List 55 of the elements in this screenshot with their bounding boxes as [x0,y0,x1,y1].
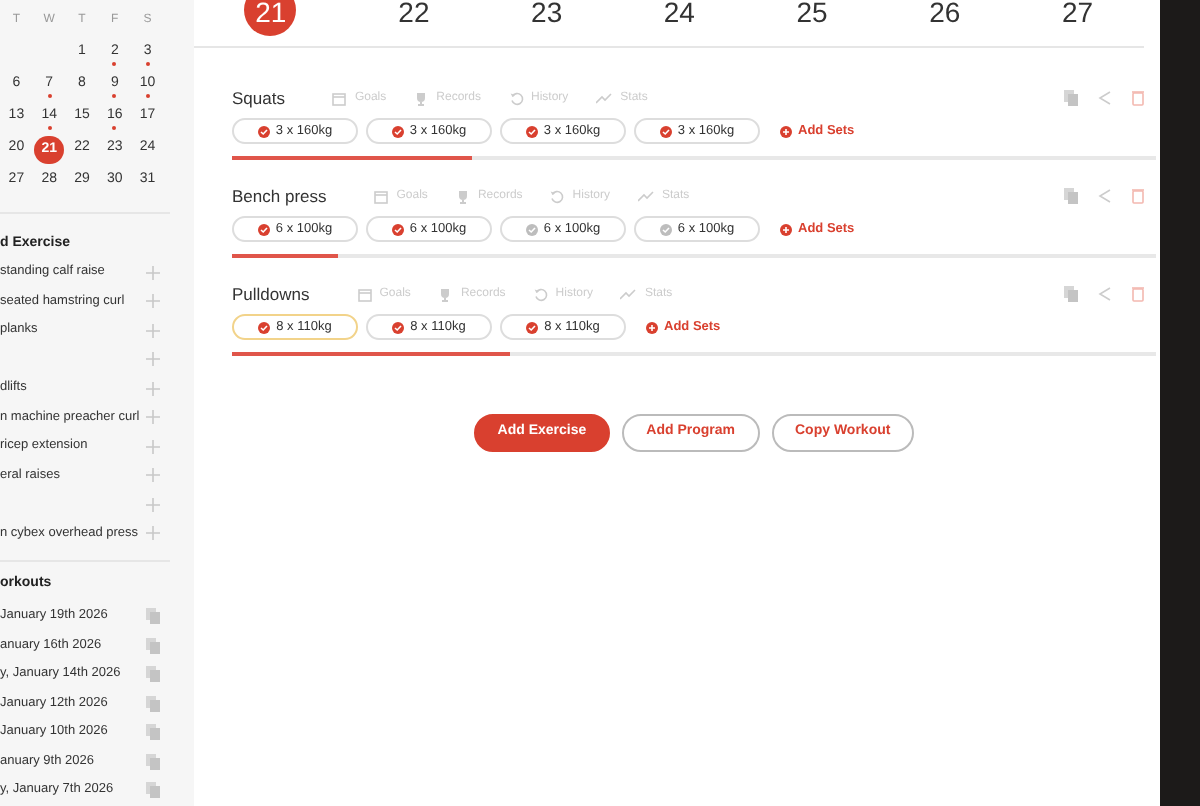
check-circle-icon [391,125,404,137]
check-circle-icon [257,125,270,137]
trend-icon [637,190,654,202]
trash-icon[interactable] [1132,90,1144,106]
plus-icon[interactable] [146,439,160,454]
plus-icon[interactable] [146,265,160,280]
week-day[interactable]: 21 [244,0,297,36]
week-day[interactable]: 25 [796,0,828,46]
exercise-title: Pulldowns [232,281,310,307]
check-circle-icon [525,125,538,137]
exercise-title: Squats [232,85,285,111]
week-day[interactable]: 22 [398,0,430,46]
plus-icon[interactable] [146,381,160,396]
check-circle-icon [659,125,672,137]
share-icon[interactable] [1098,286,1112,302]
history-icon [533,287,548,301]
plus-icon[interactable] [146,323,160,338]
plus-icon[interactable] [146,497,160,512]
check-circle-icon [659,223,672,235]
check-circle-icon [257,223,270,235]
calendar-icon [374,189,389,203]
exercise-title: Bench press [232,183,327,209]
plus-icon[interactable] [146,294,160,309]
calendar-icon [332,91,347,105]
calendar-icon [357,287,372,301]
trophy-icon [455,189,470,203]
week-day[interactable]: 23 [531,0,563,46]
plus-circle-icon [780,223,792,235]
trash-icon[interactable] [1132,286,1144,302]
history-icon [509,91,523,105]
trophy-icon [438,287,453,301]
copy-icon[interactable] [1064,90,1078,106]
share-icon[interactable] [1098,90,1112,106]
check-circle-icon [525,223,538,235]
plus-icon[interactable] [146,468,160,483]
check-circle-icon [392,321,405,333]
week-day[interactable]: 27 [1061,0,1094,46]
trend-icon [596,92,613,104]
share-icon[interactable] [1098,188,1112,204]
check-circle-icon [391,223,404,235]
plus-circle-icon [646,321,658,333]
plus-circle-icon [780,125,792,137]
plus-icon[interactable] [146,526,160,541]
copy-icon[interactable] [1064,188,1078,204]
history-icon [550,189,565,203]
trophy-icon [414,91,429,105]
trash-icon[interactable] [1132,188,1144,204]
week-day[interactable]: 24 [663,0,695,46]
plus-icon[interactable] [146,410,160,425]
plus-icon[interactable] [146,352,160,367]
check-circle-icon [526,321,539,333]
check-circle-icon [258,321,271,333]
trend-icon [620,288,637,300]
week-day[interactable]: 26 [929,0,961,46]
copy-icon[interactable] [1064,286,1078,302]
